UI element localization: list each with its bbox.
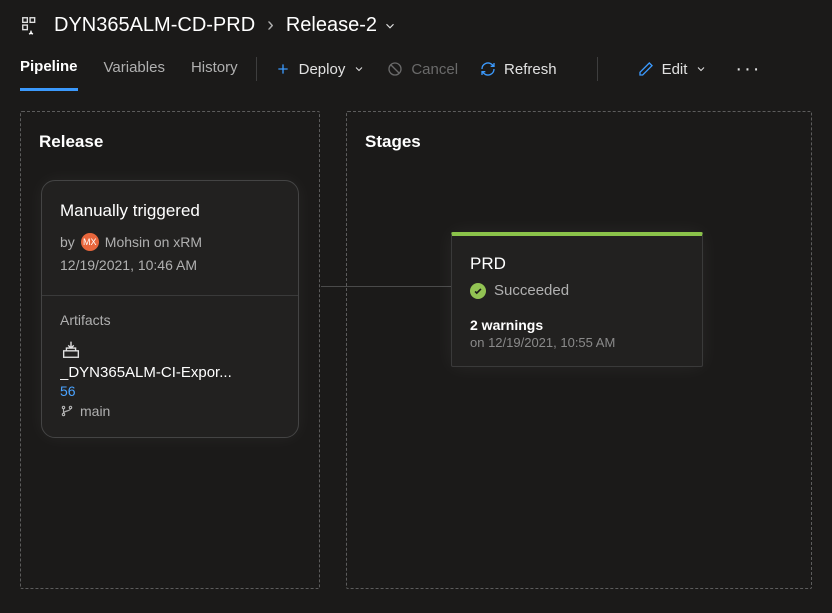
toolbar-actions: Deploy Cancel Refresh Edit bbox=[275, 57, 768, 81]
stage-warnings: 2 warnings bbox=[470, 317, 684, 333]
branch-icon bbox=[60, 404, 74, 418]
artifact-branch: main bbox=[60, 403, 280, 419]
by-prefix: by bbox=[60, 234, 75, 250]
breadcrumb-release-label: Release-2 bbox=[286, 14, 377, 37]
refresh-label: Refresh bbox=[504, 61, 557, 78]
release-user: Mohsin on xRM bbox=[105, 234, 202, 250]
tab-pipeline[interactable]: Pipeline bbox=[20, 47, 78, 91]
artifact-name[interactable]: _DYN365ALM-CI-Expor... bbox=[60, 364, 280, 381]
stage-card[interactable]: PRD Succeeded 2 warnings on 12/19/2021, … bbox=[451, 232, 703, 367]
canvas: Release Manually triggered by MX Mohsin … bbox=[0, 91, 832, 589]
release-by-line: by MX Mohsin on xRM bbox=[60, 233, 280, 251]
tab-variables[interactable]: Variables bbox=[104, 47, 165, 91]
pipelines-icon bbox=[20, 15, 42, 37]
stage-status-text: Succeeded bbox=[494, 282, 569, 299]
avatar: MX bbox=[81, 233, 99, 251]
cancel-button: Cancel bbox=[387, 61, 458, 78]
plus-icon bbox=[275, 61, 291, 77]
refresh-button[interactable]: Refresh bbox=[480, 61, 557, 78]
breadcrumb: DYN365ALM-CD-PRD › Release-2 bbox=[0, 0, 832, 47]
toolbar: Pipeline Variables History Deploy Cancel… bbox=[0, 47, 832, 91]
artifact-build-link[interactable]: 56 bbox=[60, 383, 280, 399]
tabs: Pipeline Variables History bbox=[20, 47, 238, 91]
edit-icon bbox=[638, 61, 654, 77]
toolbar-divider bbox=[256, 57, 257, 81]
breadcrumb-separator: › bbox=[267, 14, 274, 37]
stage-timestamp: on 12/19/2021, 10:55 AM bbox=[470, 335, 684, 350]
stage-status: Succeeded bbox=[470, 282, 684, 299]
edit-label: Edit bbox=[662, 61, 688, 78]
tab-history[interactable]: History bbox=[191, 47, 238, 91]
release-trigger-label: Manually triggered bbox=[60, 201, 280, 221]
stages-panel-title: Stages bbox=[365, 132, 793, 152]
success-icon bbox=[470, 283, 486, 299]
more-actions-button[interactable]: ··· bbox=[729, 58, 767, 81]
release-card[interactable]: Manually triggered by MX Mohsin on xRM 1… bbox=[41, 180, 299, 438]
breadcrumb-release-dropdown[interactable]: Release-2 bbox=[286, 14, 397, 37]
toolbar-divider-2 bbox=[597, 57, 598, 81]
deploy-label: Deploy bbox=[299, 61, 346, 78]
chevron-down-icon bbox=[695, 63, 707, 75]
deploy-button[interactable]: Deploy bbox=[275, 61, 366, 78]
refresh-icon bbox=[480, 61, 496, 77]
cancel-icon bbox=[387, 61, 403, 77]
release-card-divider bbox=[42, 295, 298, 296]
edit-button[interactable]: Edit bbox=[638, 61, 708, 78]
artifacts-label: Artifacts bbox=[60, 312, 280, 328]
breadcrumb-pipeline[interactable]: DYN365ALM-CD-PRD bbox=[54, 14, 255, 37]
chevron-down-icon bbox=[383, 19, 397, 33]
release-panel-title: Release bbox=[39, 132, 301, 152]
artifact-icon bbox=[60, 338, 280, 360]
artifact-branch-name: main bbox=[80, 403, 110, 419]
stage-name: PRD bbox=[470, 254, 684, 274]
stages-panel: Stages PRD Succeeded 2 warnings on 12/19… bbox=[346, 111, 812, 589]
stage-connector bbox=[321, 286, 451, 287]
chevron-down-icon bbox=[353, 63, 365, 75]
release-panel: Release Manually triggered by MX Mohsin … bbox=[20, 111, 320, 589]
release-timestamp: 12/19/2021, 10:46 AM bbox=[60, 257, 280, 273]
cancel-label: Cancel bbox=[411, 61, 458, 78]
